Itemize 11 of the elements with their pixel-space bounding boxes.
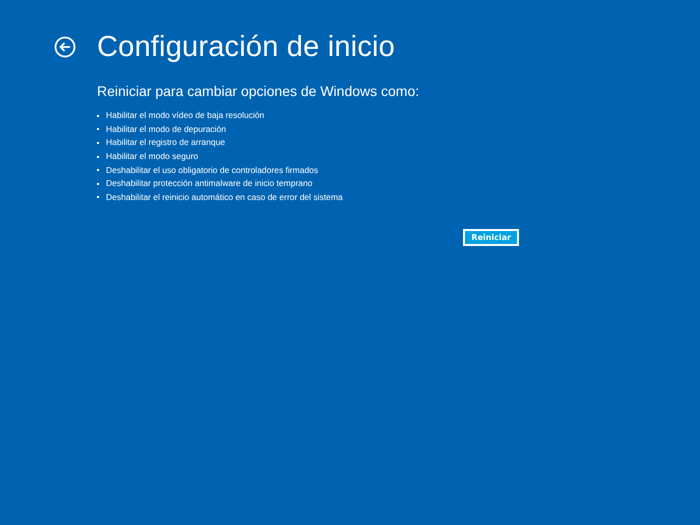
option-text: Deshabilitar el uso obligatorio de controladores firmados: [106, 164, 318, 176]
option-text: Habilitar el modo seguro: [106, 151, 198, 162]
back-icon[interactable]: [54, 36, 76, 58]
option-text: Habilitar el modo de depuración: [106, 124, 226, 135]
option-text: Habilitar el registro de arranque: [106, 137, 226, 148]
restart-button[interactable]: Reiniciar: [463, 229, 519, 246]
subtitle: Reiniciar para cambiar opciones de Windows como:: [97, 82, 420, 100]
option-text: Habilitar el modo vídeo de baja resolución: [106, 110, 264, 122]
option-text: Deshabilitar protección antimalware de inicio temprano: [106, 178, 312, 190]
page-title: Configuración de inicio: [97, 30, 395, 65]
option-text: Deshabilitar el reinicio automático en caso de error del sistema: [106, 192, 343, 203]
